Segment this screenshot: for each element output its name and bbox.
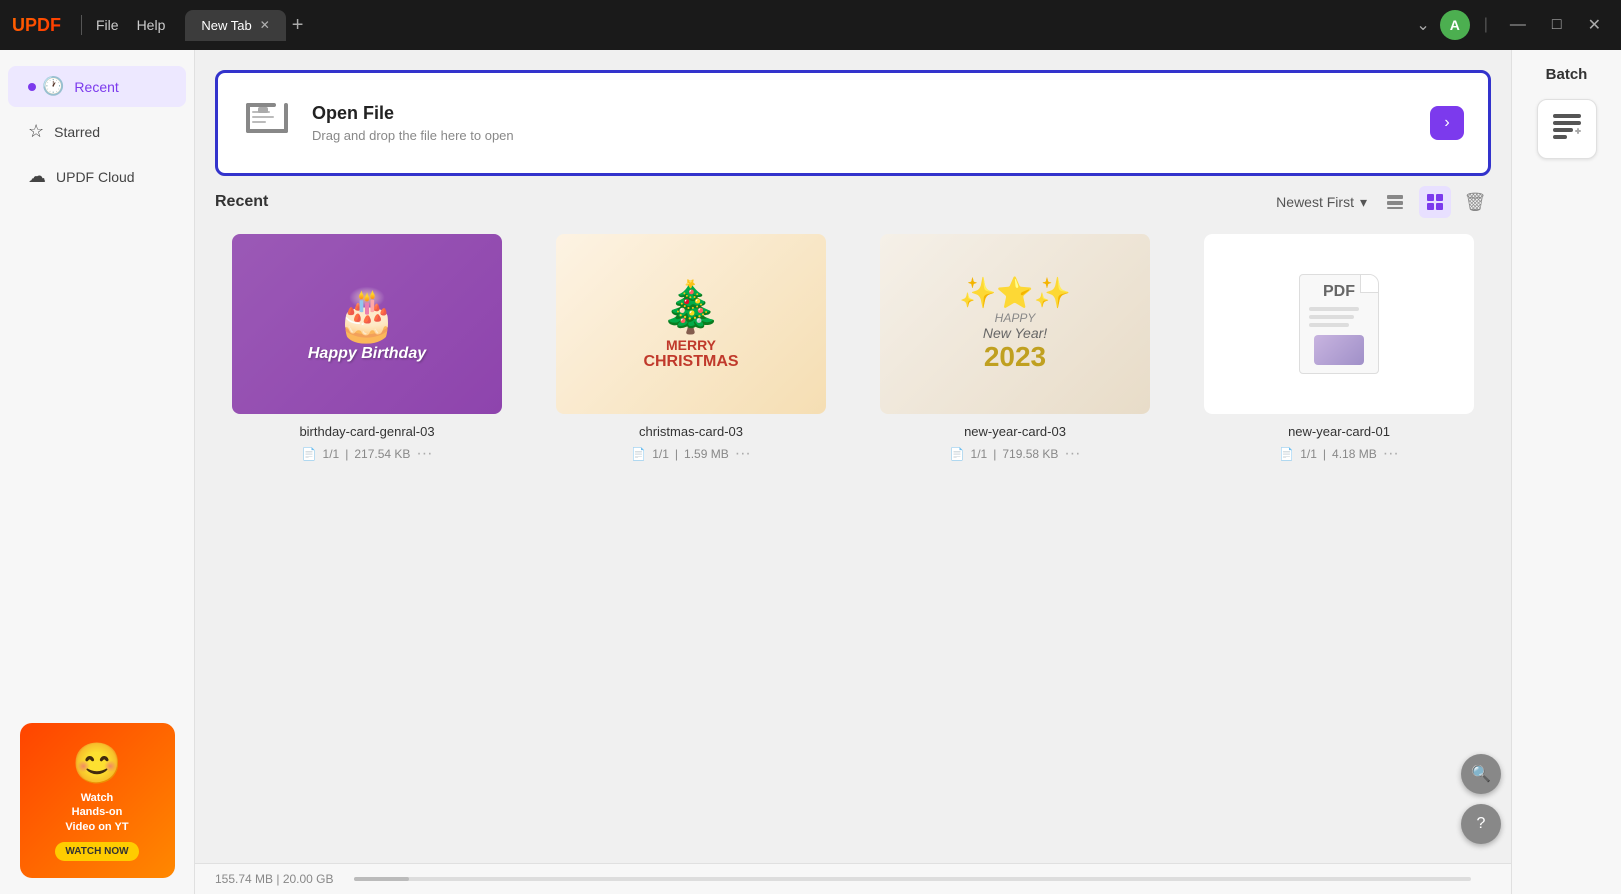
storage-bar	[354, 877, 1471, 881]
float-buttons: 🔍 ?	[1461, 754, 1501, 844]
delete-button[interactable]: 🗑	[1459, 186, 1491, 218]
file-icon-1: 📄	[631, 447, 646, 461]
active-indicator	[28, 83, 36, 91]
file-more-0[interactable]: ···	[416, 445, 432, 463]
file-more-3[interactable]: ···	[1383, 445, 1399, 463]
tab-bar: New Tab ✕ +	[185, 10, 1416, 41]
list-view-button[interactable]	[1379, 186, 1411, 218]
file-thumb-newyear03: ✨⭐✨ HAPPY New Year! 2023	[880, 234, 1150, 414]
tab-close-icon[interactable]: ✕	[260, 18, 270, 32]
menu-file[interactable]: File	[96, 17, 119, 33]
file-more-1[interactable]: ···	[735, 445, 751, 463]
file-size-0: 217.54 KB	[354, 447, 410, 461]
open-file-arrow-button[interactable]: ›	[1430, 106, 1464, 140]
tab-label: New Tab	[201, 18, 251, 33]
tab-add-button[interactable]: +	[292, 14, 304, 37]
file-card-birthday[interactable]: 🎂 Happy Birthday birthday-card-genral-03…	[215, 234, 519, 463]
grid-view-button[interactable]	[1419, 186, 1451, 218]
storage-info: 155.74 MB | 20.00 GB	[215, 872, 334, 886]
close-button[interactable]: ✕	[1580, 11, 1609, 39]
file-name-2: new-year-card-03	[964, 424, 1066, 439]
file-card-christmas[interactable]: 🎄 MERRY CHRISTMAS christmas-card-03 📄 1/…	[539, 234, 843, 463]
tab-new[interactable]: New Tab ✕	[185, 10, 285, 41]
titlebar-divider	[81, 15, 82, 35]
titlebar-menu: File Help	[96, 17, 165, 33]
recent-section: Recent Newest First ▾	[195, 186, 1511, 863]
batch-button[interactable]	[1537, 99, 1597, 159]
recent-title: Recent	[215, 193, 268, 211]
main-layout: 🕐 Recent ☆ Starred ☁ UPDF Cloud 😊 Watch …	[0, 50, 1621, 894]
ad-text: Watch Hands-on Video on YT	[65, 791, 128, 834]
file-meta-1: 📄 1/1 | 1.59 MB ···	[539, 445, 843, 463]
file-pages-2: 1/1	[971, 447, 988, 461]
sidebar-label-recent: Recent	[74, 79, 118, 95]
file-icon-2: 📄	[950, 447, 965, 461]
file-icon-3: 📄	[1279, 447, 1294, 461]
ad-watch-button[interactable]: WATCH NOW	[55, 842, 138, 861]
starred-icon: ☆	[28, 121, 44, 142]
batch-title: Batch	[1546, 66, 1588, 83]
sort-select[interactable]: Newest First ▾	[1276, 194, 1367, 211]
batch-icon	[1549, 108, 1585, 151]
file-pages-0: 1/1	[323, 447, 340, 461]
storage-bar-fill	[354, 877, 410, 881]
sidebar: 🕐 Recent ☆ Starred ☁ UPDF Cloud 😊 Watch …	[0, 50, 195, 894]
file-grid: 🎂 Happy Birthday birthday-card-genral-03…	[215, 234, 1491, 463]
avatar[interactable]: A	[1440, 10, 1470, 40]
help-float-button[interactable]: ?	[1461, 804, 1501, 844]
file-pages-1: 1/1	[652, 447, 669, 461]
file-size-1: 1.59 MB	[684, 447, 729, 461]
file-meta-3: 📄 1/1 | 4.18 MB ···	[1187, 445, 1491, 463]
sidebar-label-starred: Starred	[54, 124, 100, 140]
maximize-button[interactable]: □	[1544, 12, 1570, 38]
minimize-button[interactable]: —	[1502, 12, 1534, 38]
app-logo: UPDF	[12, 15, 61, 36]
file-pages-3: 1/1	[1300, 447, 1317, 461]
view-toggle: 🗑	[1379, 186, 1491, 218]
file-meta-0: 📄 1/1 | 217.54 KB ···	[215, 445, 519, 463]
file-card-pdf[interactable]: PDF	[1187, 234, 1491, 463]
right-panel: Batch	[1511, 50, 1621, 894]
open-file-panel[interactable]: Open File Drag and drop the file here to…	[215, 70, 1491, 176]
dropdown-icon[interactable]: ⌄	[1416, 15, 1429, 35]
titlebar: UPDF File Help New Tab ✕ + ⌄ A | — □ ✕	[0, 0, 1621, 50]
recent-header: Recent Newest First ▾	[215, 186, 1491, 218]
titlebar-actions: ⌄ A | — □ ✕	[1416, 10, 1609, 40]
sort-chevron-icon: ▾	[1360, 194, 1367, 211]
recent-controls: Newest First ▾	[1276, 186, 1491, 218]
win-separator: |	[1484, 16, 1488, 34]
file-card-newyear03[interactable]: ✨⭐✨ HAPPY New Year! 2023 new-year-card-0…	[863, 234, 1167, 463]
ad-face-icon: 😊	[72, 740, 122, 787]
sidebar-item-recent[interactable]: 🕐 Recent	[8, 66, 186, 107]
file-name-0: birthday-card-genral-03	[299, 424, 434, 439]
file-thumb-christmas: 🎄 MERRY CHRISTMAS	[556, 234, 826, 414]
file-icon-0: 📄	[302, 447, 317, 461]
open-file-subtitle: Drag and drop the file here to open	[312, 128, 514, 143]
sidebar-item-cloud[interactable]: ☁ UPDF Cloud	[8, 156, 186, 197]
file-name-3: new-year-card-01	[1288, 424, 1390, 439]
main-content: Open File Drag and drop the file here to…	[195, 50, 1511, 894]
sidebar-label-cloud: UPDF Cloud	[56, 169, 135, 185]
footer: 155.74 MB | 20.00 GB	[195, 863, 1511, 894]
file-name-1: christmas-card-03	[639, 424, 743, 439]
file-size-2: 719.58 KB	[1002, 447, 1058, 461]
sidebar-item-starred[interactable]: ☆ Starred	[8, 111, 186, 152]
cloud-icon: ☁	[28, 166, 46, 187]
open-file-icon	[242, 93, 292, 153]
file-meta-2: 📄 1/1 | 719.58 KB ···	[863, 445, 1167, 463]
menu-help[interactable]: Help	[137, 17, 166, 33]
search-float-button[interactable]: 🔍	[1461, 754, 1501, 794]
file-size-3: 4.18 MB	[1332, 447, 1377, 461]
ad-banner[interactable]: 😊 Watch Hands-on Video on YT WATCH NOW	[20, 723, 175, 878]
file-thumb-birthday: 🎂 Happy Birthday	[232, 234, 502, 414]
open-file-text: Open File Drag and drop the file here to…	[312, 103, 514, 143]
open-file-title: Open File	[312, 103, 514, 124]
content-wrapper: Open File Drag and drop the file here to…	[195, 50, 1621, 894]
sort-label: Newest First	[1276, 194, 1354, 210]
recent-icon: 🕐	[42, 76, 64, 97]
file-thumb-pdf: PDF	[1204, 234, 1474, 414]
file-more-2[interactable]: ···	[1064, 445, 1080, 463]
